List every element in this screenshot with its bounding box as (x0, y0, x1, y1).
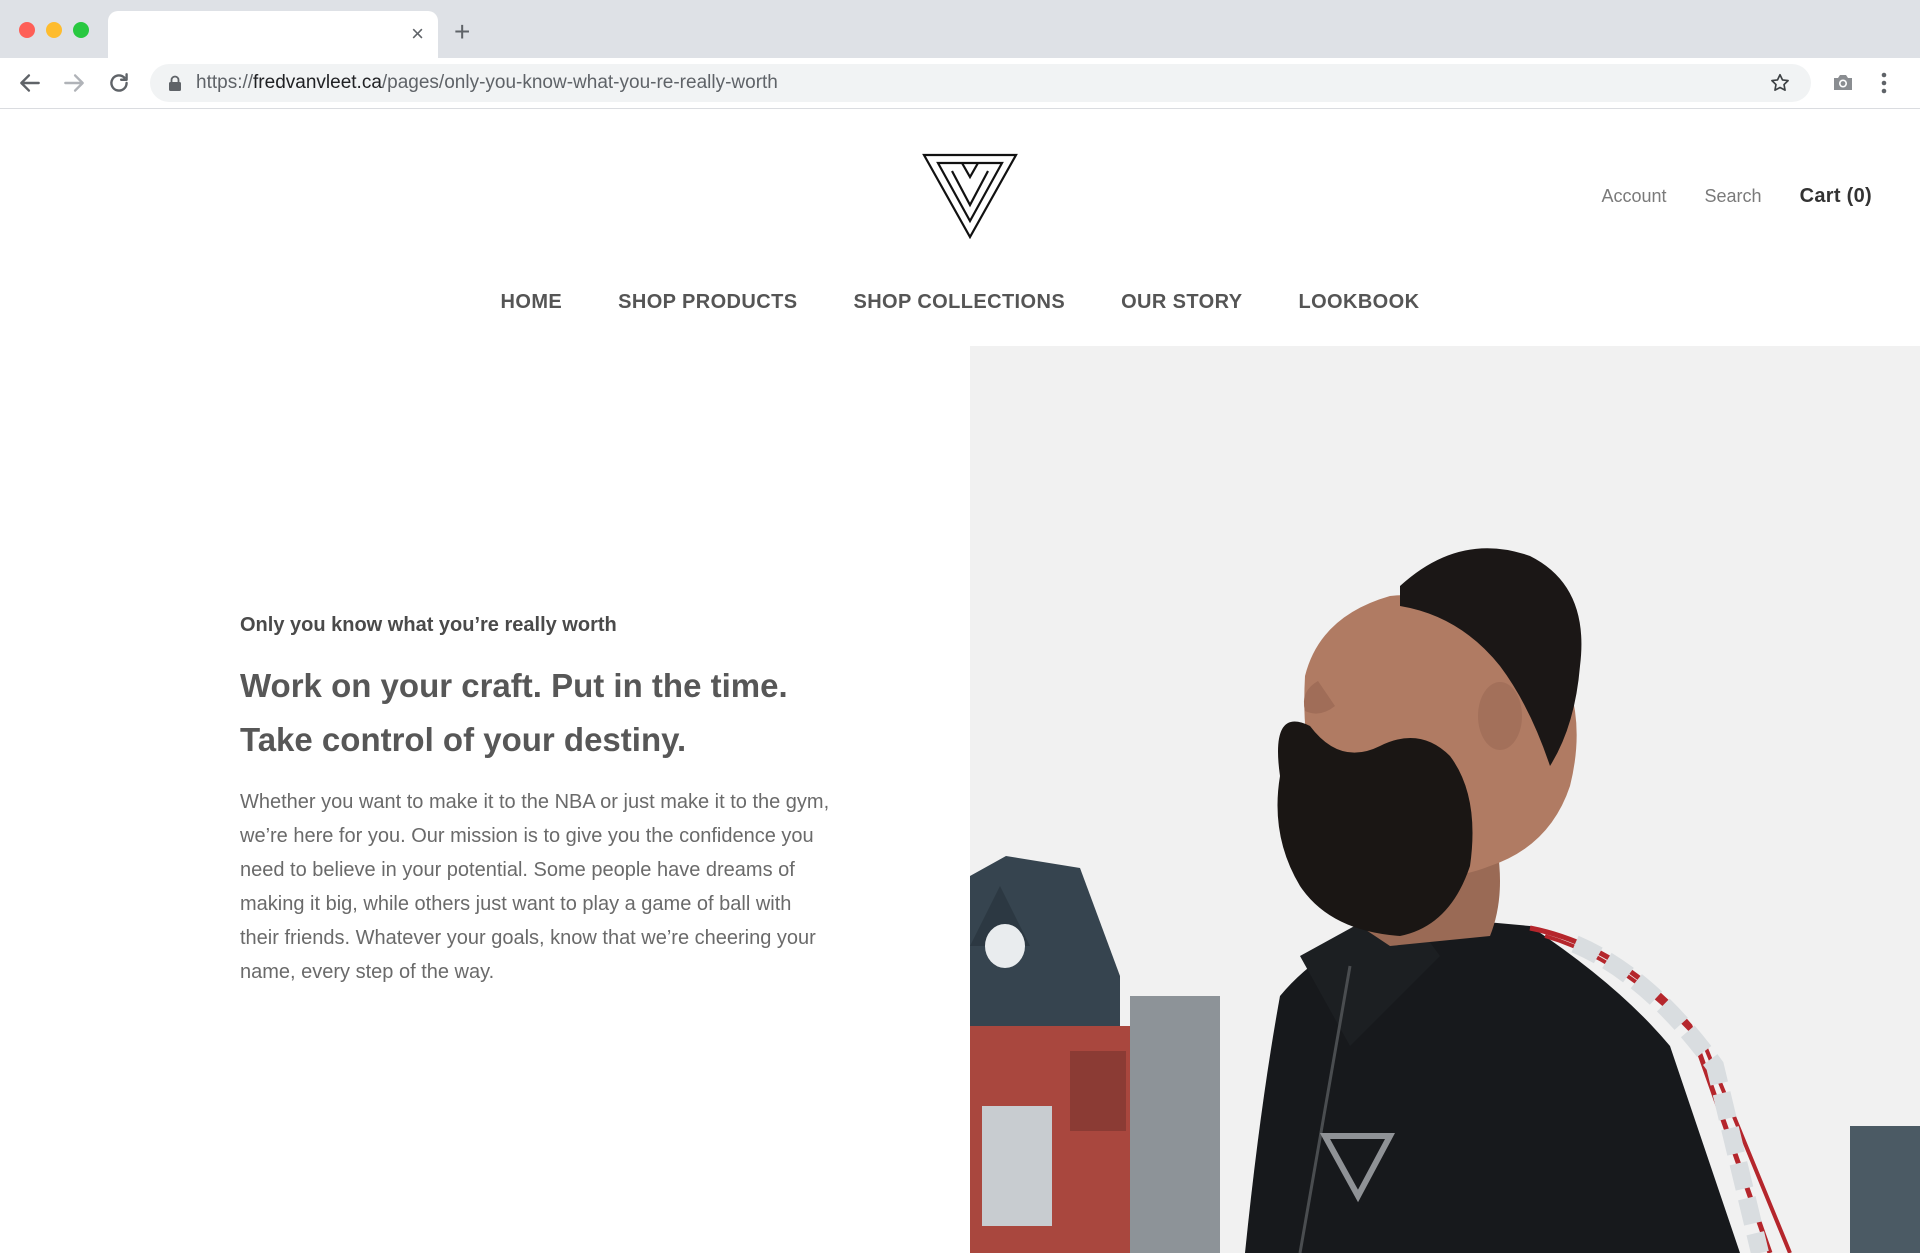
browser-toolbar: https://fredvanvleet.ca/pages/only-you-k… (0, 58, 1920, 109)
nav-our-story[interactable]: OUR STORY (1121, 290, 1243, 351)
forward-arrow-icon[interactable] (61, 70, 87, 96)
browser-title-bar: × + (0, 0, 1920, 58)
web-page: Account Search Cart (0) HOME SHOP PRODUC… (0, 109, 1920, 1253)
account-link[interactable]: Account (1601, 186, 1666, 207)
url-text[interactable]: https://fredvanvleet.ca/pages/only-you-k… (196, 73, 778, 93)
minimize-window-button[interactable] (46, 22, 62, 38)
header-utility-links: Account Search Cart (0) (1563, 185, 1872, 208)
story-body: Whether you want to make it to the NBA o… (240, 791, 830, 983)
bookmark-star-icon[interactable] (1769, 72, 1791, 94)
main-navigation: HOME SHOP PRODUCTS SHOP COLLECTIONS OUR … (0, 290, 1920, 351)
story-kicker: Only you know what you’re really worth (240, 614, 617, 636)
maximize-window-button[interactable] (73, 22, 89, 38)
url-host: fredvanvleet.ca (253, 72, 382, 93)
cart-link[interactable]: Cart (0) (1800, 185, 1872, 208)
browser-tab[interactable]: × (108, 11, 438, 58)
hero-photo (970, 346, 1920, 1253)
nav-shop-products[interactable]: SHOP PRODUCTS (618, 290, 797, 350)
lock-icon (169, 75, 181, 91)
search-link[interactable]: Search (1705, 186, 1762, 207)
reload-icon[interactable] (106, 70, 132, 96)
nav-home[interactable]: HOME (501, 290, 563, 350)
url-path: /pages/only-you-know-what-you-re-really-… (381, 72, 778, 93)
close-window-button[interactable] (19, 22, 35, 38)
address-bar[interactable]: https://fredvanvleet.ca/pages/only-you-k… (150, 64, 1811, 102)
more-menu-icon[interactable] (1880, 71, 1888, 95)
url-scheme: https:// (196, 72, 254, 93)
nav-shop-collections[interactable]: SHOP COLLECTIONS (853, 290, 1065, 350)
back-arrow-icon[interactable] (17, 70, 43, 96)
nav-lookbook[interactable]: LOOKBOOK (1298, 290, 1419, 350)
fv-triangle-logo-icon[interactable] (922, 153, 1018, 239)
story-headline: Work on your craft. Put in the time. Tak… (240, 667, 788, 758)
tab-close-icon[interactable]: × (411, 23, 424, 45)
new-tab-button[interactable]: + (454, 18, 470, 46)
camera-icon[interactable] (1832, 72, 1854, 92)
